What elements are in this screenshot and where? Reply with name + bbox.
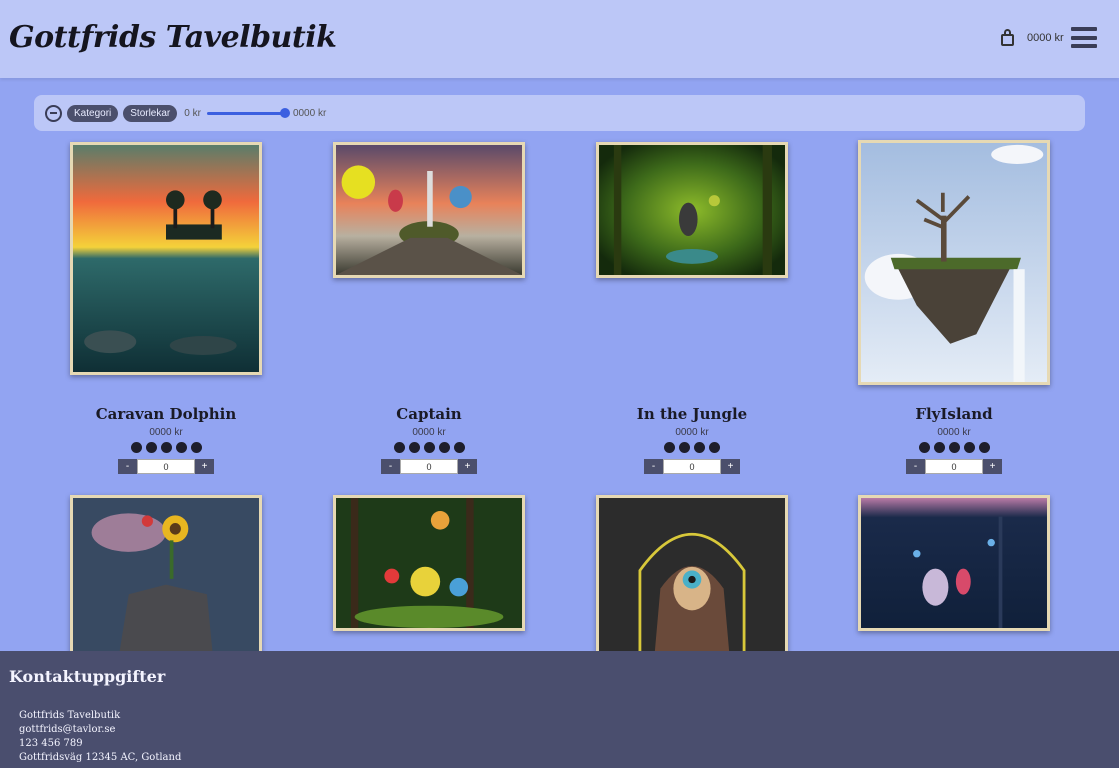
star-icon[interactable] (408, 442, 420, 453)
star-icon[interactable] (664, 442, 675, 453)
contact-address: Gottfridsväg 12345 AC, Gotland (19, 752, 182, 763)
contact-footer: Kontaktuppgifter Gottfrids Tavelbutik go… (0, 651, 1119, 768)
quantity-stepper: -0 + (906, 459, 1002, 474)
product-image[interactable] (596, 495, 788, 655)
product-image[interactable] (858, 140, 1050, 385)
star-icon[interactable] (709, 442, 720, 453)
sizes-chip[interactable]: Storlekar (123, 104, 178, 122)
cart-total: 0000 kr (1027, 32, 1064, 44)
star-icon[interactable] (423, 442, 435, 453)
menu-icon[interactable] (1071, 27, 1097, 48)
product-title[interactable]: Caravan Dolphin (70, 405, 262, 423)
product-image[interactable] (596, 142, 788, 278)
price-slider[interactable] (206, 106, 290, 120)
rating-stars (596, 442, 788, 453)
product-title[interactable]: In the Jungle (596, 405, 788, 423)
quantity-decrease-button[interactable]: - (906, 459, 925, 474)
brand-logo-text[interactable]: Gottfrids Tavelbutik (9, 20, 337, 55)
quantity-increase-button[interactable]: + (721, 459, 740, 474)
quantity-increase-button[interactable]: + (458, 459, 477, 474)
star-icon[interactable] (438, 442, 450, 453)
price-max-label: 0000 kr (292, 107, 327, 119)
cart-button[interactable]: 0000 kr (1000, 29, 1064, 47)
price-min-label: 0 kr (184, 107, 201, 119)
star-icon[interactable] (933, 442, 945, 453)
star-icon[interactable] (694, 442, 705, 453)
star-icon[interactable] (453, 442, 465, 453)
contact-lines: Gottfrids Tavelbutik gottfrids@tavlor.se… (19, 709, 181, 765)
product-title[interactable]: FlyIsland (858, 405, 1050, 423)
shopping-bag-icon (1000, 29, 1015, 47)
quantity-stepper: -0 + (644, 459, 740, 474)
product-title[interactable]: Captain (333, 405, 525, 423)
star-icon[interactable] (918, 442, 930, 453)
star-icon[interactable] (393, 442, 405, 453)
product-price: 0000 kr (149, 427, 183, 438)
rating-stars (333, 442, 525, 453)
quantity-increase-button[interactable]: + (983, 459, 1002, 474)
product-image[interactable] (70, 495, 262, 655)
star-icon[interactable] (175, 442, 187, 453)
quantity-stepper: -0 + (381, 459, 477, 474)
quantity-input[interactable]: 0 (925, 459, 983, 474)
product-image[interactable] (333, 142, 525, 278)
product-image[interactable] (333, 495, 525, 631)
contact-company: Gottfrids Tavelbutik (19, 710, 121, 721)
contact-phone[interactable]: 123 456 789 (19, 737, 181, 751)
product-image[interactable] (858, 495, 1050, 631)
quantity-increase-button[interactable]: + (195, 459, 214, 474)
star-icon[interactable] (160, 442, 172, 453)
quantity-decrease-button[interactable]: - (644, 459, 663, 474)
product-image[interactable] (70, 142, 262, 375)
quantity-input[interactable]: 0 (137, 459, 195, 474)
star-icon[interactable] (679, 442, 690, 453)
category-chip[interactable]: Kategori (67, 104, 119, 122)
product-price: 0000 kr (937, 427, 971, 438)
star-icon[interactable] (948, 442, 960, 453)
product-price: 0000 kr (675, 427, 709, 438)
star-icon[interactable] (978, 442, 990, 453)
rating-stars (70, 442, 262, 453)
product-price: 0000 kr (412, 427, 446, 438)
quantity-input[interactable]: 0 (400, 459, 458, 474)
contact-email[interactable]: gottfrids@tavlor.se (19, 723, 181, 737)
quantity-stepper: -0 + (118, 459, 214, 474)
star-icon[interactable] (963, 442, 975, 453)
quantity-decrease-button[interactable]: - (381, 459, 400, 474)
star-icon[interactable] (145, 442, 157, 453)
quantity-decrease-button[interactable]: - (118, 459, 137, 474)
price-slider-thumb[interactable] (279, 108, 290, 118)
filter-bar: Kategori Storlekar 0 kr 0000 kr (34, 95, 1085, 131)
quantity-input[interactable]: 0 (663, 459, 721, 474)
footer-heading: Kontaktuppgifter (9, 667, 166, 686)
rating-stars (858, 442, 1050, 453)
site-header: Gottfrids Tavelbutik 0000 kr (0, 0, 1119, 78)
star-icon[interactable] (130, 442, 142, 453)
filter-icon[interactable] (45, 104, 62, 122)
star-icon[interactable] (190, 442, 202, 453)
